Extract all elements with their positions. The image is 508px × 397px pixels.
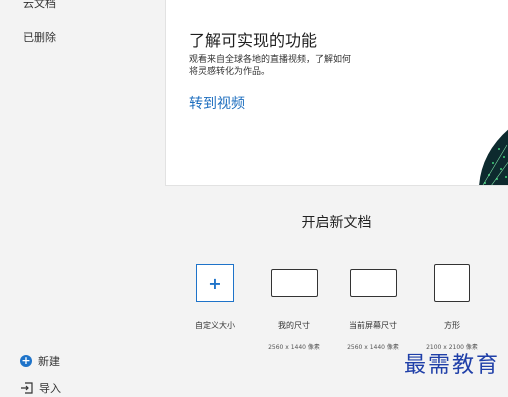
decorative-graphic [479, 129, 508, 185]
preset-label: 自定义大小 [195, 321, 235, 330]
new-document-heading: 开启新文档 [301, 215, 372, 231]
preset-custom-size[interactable]: + 自定义大小 [175, 262, 255, 331]
new-button[interactable]: + 新建 [20, 353, 60, 369]
import-icon [21, 382, 33, 394]
preset-size: 2560 x 1440 像素 [347, 344, 399, 351]
preset-current-screen-size[interactable]: 当前屏幕尺寸 2560 x 1440 像素 [333, 262, 413, 351]
preset-square[interactable]: 方形 2100 x 2100 像素 [412, 262, 492, 351]
preset-my-size[interactable]: 我的尺寸 2560 x 1440 像素 [254, 262, 334, 351]
square-icon [434, 264, 470, 302]
preset-label: 方形 [444, 321, 460, 330]
plus-circle-icon: + [20, 354, 32, 367]
watermark: 最需教育 [403, 353, 500, 378]
promo-description: 观看来自全球各地的直播视频，了解如何将灵感转化为作品。 [189, 55, 352, 77]
sidebar: 云文档 已删除 + 新建 导入 [0, 0, 165, 397]
landscape-rect-icon [349, 269, 397, 297]
new-label: 新建 [38, 355, 60, 368]
go-to-video-link[interactable]: 转到视频 [189, 93, 245, 113]
promo-card: 了解可实现的功能 观看来自全球各地的直播视频，了解如何将灵感转化为作品。 转到视… [165, 0, 508, 186]
sidebar-item-deleted[interactable]: 已删除 [23, 29, 56, 45]
sidebar-item-cloud-docs[interactable]: 云文档 [23, 0, 56, 11]
landscape-rect-icon [270, 269, 318, 297]
import-button[interactable]: 导入 [20, 380, 61, 396]
preset-size: 2560 x 1440 像素 [268, 344, 320, 351]
import-label: 导入 [39, 382, 61, 395]
plus-icon: + [196, 264, 234, 302]
promo-title: 了解可实现的功能 [189, 31, 318, 50]
preset-label: 当前屏幕尺寸 [349, 321, 397, 330]
preset-label: 我的尺寸 [278, 321, 310, 330]
